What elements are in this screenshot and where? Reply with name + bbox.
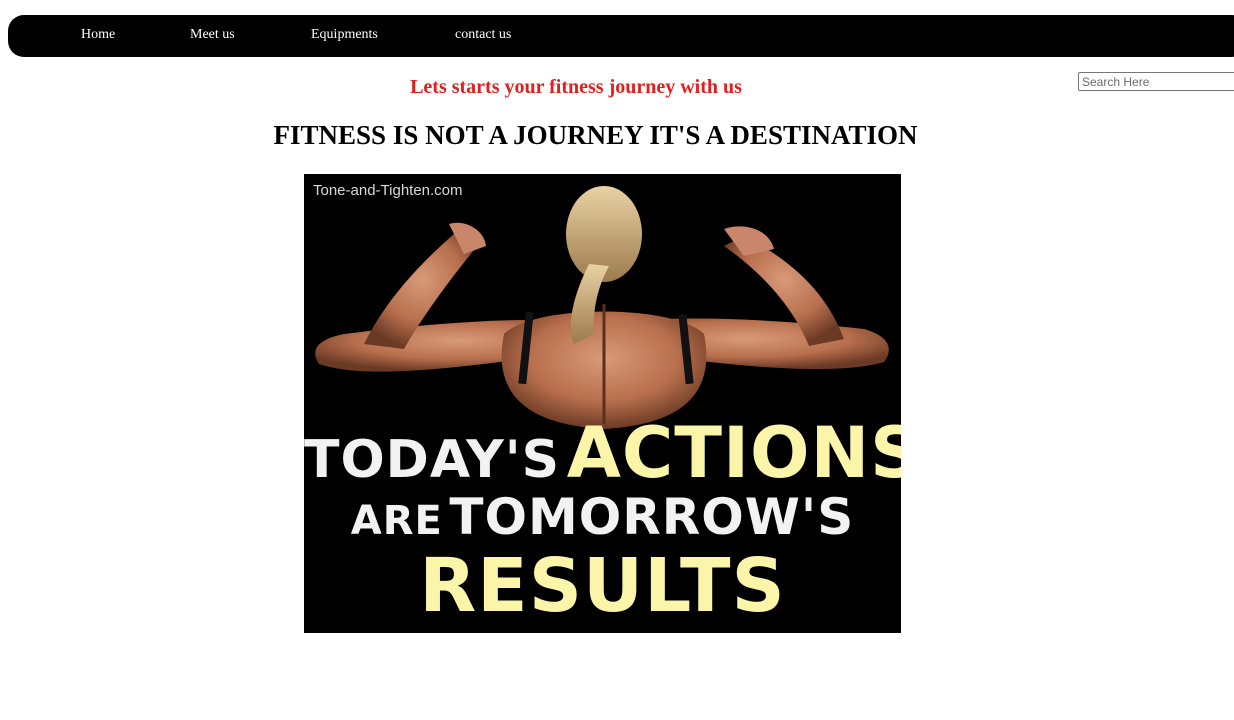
page-subtitle: Lets starts your fitness journey with us [410, 76, 742, 98]
poster-line-2: ARE TOMORROW'S [304, 492, 901, 542]
page-headline: FITNESS IS NOT A JOURNEY IT'S A DESTINAT… [273, 120, 918, 150]
nav-link-equipments[interactable]: Equipments [311, 27, 378, 43]
nav-link-contact-us[interactable]: contact us [455, 27, 511, 43]
poster-word-todays: TODAY'S [304, 430, 561, 490]
poster-word-tomorrows: TOMORROW'S [449, 488, 855, 546]
poster-word-results: RESULTS [419, 543, 786, 629]
poster-watermark: Tone-and-Tighten.com [313, 182, 463, 199]
poster-word-are: ARE [350, 498, 443, 544]
poster-word-actions: ACTIONS [566, 412, 901, 494]
page: Home Meet us Equipments contact us Lets … [0, 0, 1234, 720]
poster-line-3: RESULTS [304, 549, 901, 623]
nav-link-meet-us[interactable]: Meet us [190, 27, 235, 43]
motivation-poster: Tone-and-Tighten.com TODAY'S ACTIONS ARE… [304, 174, 901, 633]
navbar: Home Meet us Equipments contact us [8, 15, 1234, 57]
poster-line-1: TODAY'S ACTIONS [304, 418, 901, 488]
nav-link-home[interactable]: Home [81, 27, 115, 43]
